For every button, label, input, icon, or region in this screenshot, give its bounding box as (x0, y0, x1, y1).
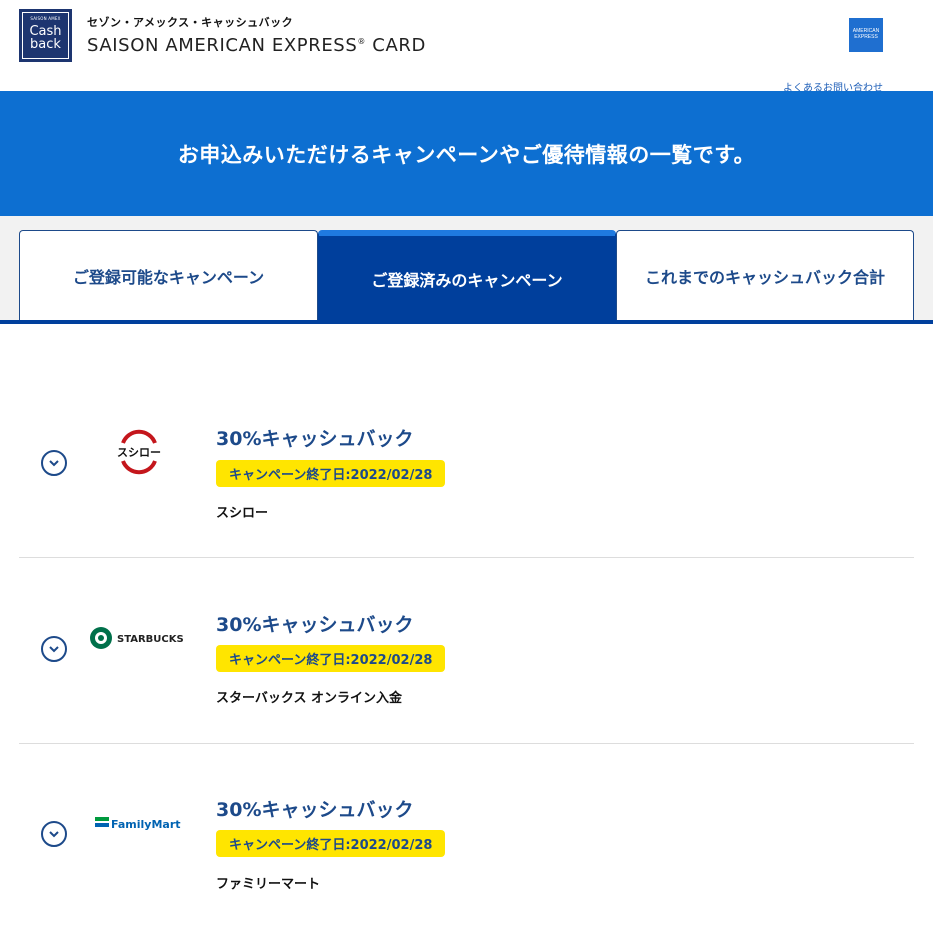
brand-en-title: SAISON AMERICAN EXPRESS® CARD (87, 35, 426, 56)
campaign-item: スシロー 30%キャッシュバック キャンペーン終了日:2022/02/28 スシ… (19, 372, 914, 558)
brand-en-suffix: CARD (365, 35, 426, 56)
amex-logo[interactable]: AMERICAN EXPRESS (849, 18, 883, 52)
starbucks-logo-mark: STARBUCKS (90, 627, 184, 649)
info-banner: お申込みいただけるキャンペーンやご優待情報の一覧です。 (0, 91, 933, 216)
sushiro-logo: スシロー (89, 427, 189, 477)
campaign-end-date-badge: キャンペーン終了日:2022/02/28 (216, 645, 446, 672)
cashback-logo[interactable]: SAISON AMEX Cash back (19, 9, 72, 62)
banner-text: お申込みいただけるキャンペーンやご優待情報の一覧です。 (177, 142, 756, 167)
brand-jp-title: セゾン・アメックス・キャッシュバック (87, 16, 294, 29)
expand-chevron-button[interactable] (41, 821, 67, 847)
tab-cashback-total[interactable]: これまでのキャッシュバック合計 (616, 230, 914, 321)
tab-available-campaigns[interactable]: ご登録可能なキャンペーン (19, 230, 318, 321)
logo-small-text: SAISON AMEX (30, 16, 61, 21)
merchant-name: ファミリーマート (216, 877, 321, 892)
merchant-name: スターバックス オンライン入金 (216, 691, 403, 706)
logo-line-2: back (30, 37, 61, 52)
starbucks-logo-text: STARBUCKS (117, 634, 184, 645)
campaign-end-date-badge: キャンペーン終了日:2022/02/28 (216, 460, 446, 487)
sushiro-logo-text: スシロー (117, 446, 161, 459)
amex-logo-line-2: EXPRESS (854, 34, 878, 40)
familymart-logo-mark: FamilyMart (95, 817, 181, 831)
chevron-down-icon (49, 831, 59, 838)
tab-underline (0, 320, 933, 324)
chevron-down-icon (49, 646, 59, 653)
merchant-name: スシロー (216, 506, 269, 521)
campaign-title: 30%キャッシュバック (216, 799, 414, 821)
expand-chevron-button[interactable] (41, 450, 67, 476)
starbucks-logo: STARBUCKS (89, 613, 189, 663)
logo-big-text: Cash back (21, 25, 70, 51)
familymart-logo: FamilyMart (89, 798, 189, 848)
campaign-item: STARBUCKS 30%キャッシュバック キャンペーン終了日:2022/02/… (19, 558, 914, 744)
expand-chevron-button[interactable] (41, 636, 67, 662)
familymart-logo-text: FamilyMart (111, 818, 181, 831)
sushiro-logo-mark: スシロー (117, 429, 161, 475)
campaign-end-date-badge: キャンペーン終了日:2022/02/28 (216, 830, 446, 857)
tab-registered-campaigns[interactable]: ご登録済みのキャンペーン (318, 230, 616, 321)
registered-mark: ® (357, 37, 366, 46)
campaign-title: 30%キャッシュバック (216, 428, 414, 450)
site-header: SAISON AMEX Cash back セゾン・アメックス・キャッシュバック… (0, 0, 933, 94)
campaign-item: FamilyMart 30%キャッシュバック キャンペーン終了日:2022/02… (19, 744, 914, 930)
chevron-down-icon (49, 460, 59, 467)
campaign-title: 30%キャッシュバック (216, 614, 414, 636)
brand-en-name: SAISON AMERICAN EXPRESS (87, 35, 358, 56)
